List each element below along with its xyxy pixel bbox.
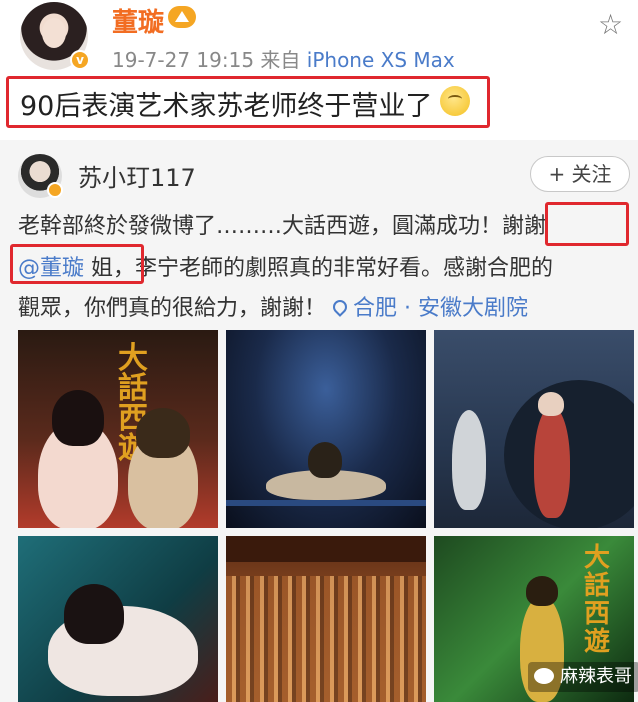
watermark-label: 麻辣表哥 <box>560 666 632 687</box>
emoji-icon <box>440 86 470 116</box>
post-device[interactable]: iPhone XS Max <box>307 48 455 72</box>
follow-button[interactable]: + 关注 <box>530 156 630 192</box>
verified-badge-icon: v <box>70 50 90 70</box>
verified-badge-icon <box>47 182 63 198</box>
repost-text-line: 老幹部終於發微博了………大話西遊，圓滿成功！謝謝 <box>18 214 547 239</box>
watermark: 麻辣表哥 <box>528 662 638 692</box>
stage-photo[interactable] <box>434 330 634 528</box>
repost-text-segment: 觀眾，你們真的很給力，謝謝！ <box>18 296 327 321</box>
highlight-box <box>10 244 144 284</box>
repost-text-segment: 姐，李宁老師的劇照真的非常好看。感謝合肥的 <box>84 256 554 281</box>
post-time: 19-7-27 19:15 <box>112 48 255 72</box>
post-header: v 董璇 19-7-27 19:15 来自 iPhone XS Max ☆ <box>0 0 638 78</box>
stage-photo[interactable] <box>226 330 426 528</box>
stage-photo[interactable]: 大話西遊 <box>18 330 218 528</box>
author-name[interactable]: 董璇 <box>112 2 164 39</box>
location-pin-icon <box>330 297 350 317</box>
post-meta: 19-7-27 19:15 来自 iPhone XS Max <box>112 44 455 73</box>
post-text: 90后表演艺术家苏老师终于营业了 <box>20 91 433 122</box>
wechat-icon <box>534 668 554 684</box>
stage-photo[interactable] <box>18 536 218 702</box>
poster-title: 大話西遊 <box>584 543 611 657</box>
star-icon[interactable]: ☆ <box>598 8 623 41</box>
post-from: 来自 <box>260 48 301 72</box>
highlight-box <box>545 202 629 246</box>
location-link[interactable]: 合肥 · 安徽大剧院 <box>330 296 528 321</box>
repost-author-name[interactable]: 苏小玎117 <box>78 158 196 193</box>
location-label[interactable]: 合肥 · 安徽大剧院 <box>353 296 528 321</box>
crown-icon <box>168 6 196 28</box>
repost-text-line: 觀眾，你們真的很給力，謝謝！ 合肥 · 安徽大剧院 <box>18 290 528 322</box>
stage-photo[interactable] <box>226 536 426 702</box>
